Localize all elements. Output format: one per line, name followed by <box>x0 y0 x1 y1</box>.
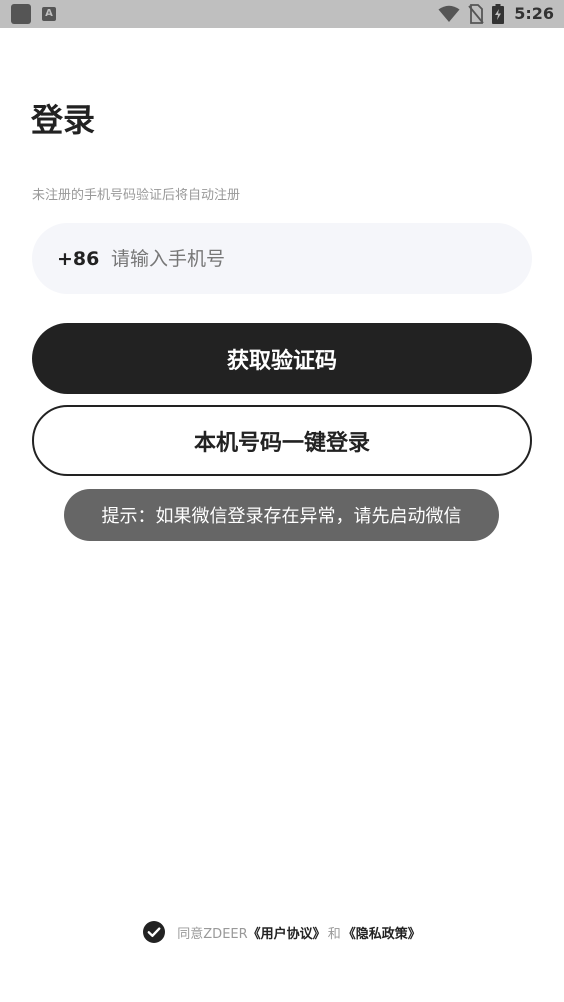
privacy-policy-link[interactable]: 《隐私政策》 <box>343 923 421 942</box>
a-notification-icon: A <box>42 7 56 21</box>
page-title: 登录 <box>31 101 96 139</box>
phone-input-box[interactable]: +86 <box>32 223 532 294</box>
check-circle-icon[interactable] <box>143 921 166 943</box>
no-sim-icon <box>468 4 484 24</box>
agreement-and: 和 <box>327 926 341 942</box>
country-code[interactable]: +86 <box>57 248 111 270</box>
battery-charging-icon <box>492 4 505 24</box>
user-agreement-link[interactable]: 《用户协议》 <box>248 923 326 942</box>
get-verification-code-button[interactable]: 获取验证码 <box>32 323 532 394</box>
status-bar-time: 5:26 <box>514 4 554 23</box>
wechat-toast: 提示：如果微信登录存在异常，请先启动微信 <box>64 489 499 541</box>
status-bar-right: 5:26 <box>438 3 554 25</box>
agreement-prefix: 同意ZDEER <box>177 926 248 942</box>
phone-number-input[interactable] <box>111 247 491 270</box>
status-bar: A 5:26 <box>0 0 564 28</box>
wifi-icon <box>438 5 460 22</box>
status-bar-left: A <box>11 4 56 24</box>
agreement-row: 同意ZDEER 《用户协议》 和 《隐私政策》 <box>0 919 564 945</box>
app-square-icon <box>11 4 31 24</box>
one-key-login-button[interactable]: 本机号码一键登录 <box>32 405 532 476</box>
auto-register-hint: 未注册的手机号码验证后将自动注册 <box>32 188 241 203</box>
